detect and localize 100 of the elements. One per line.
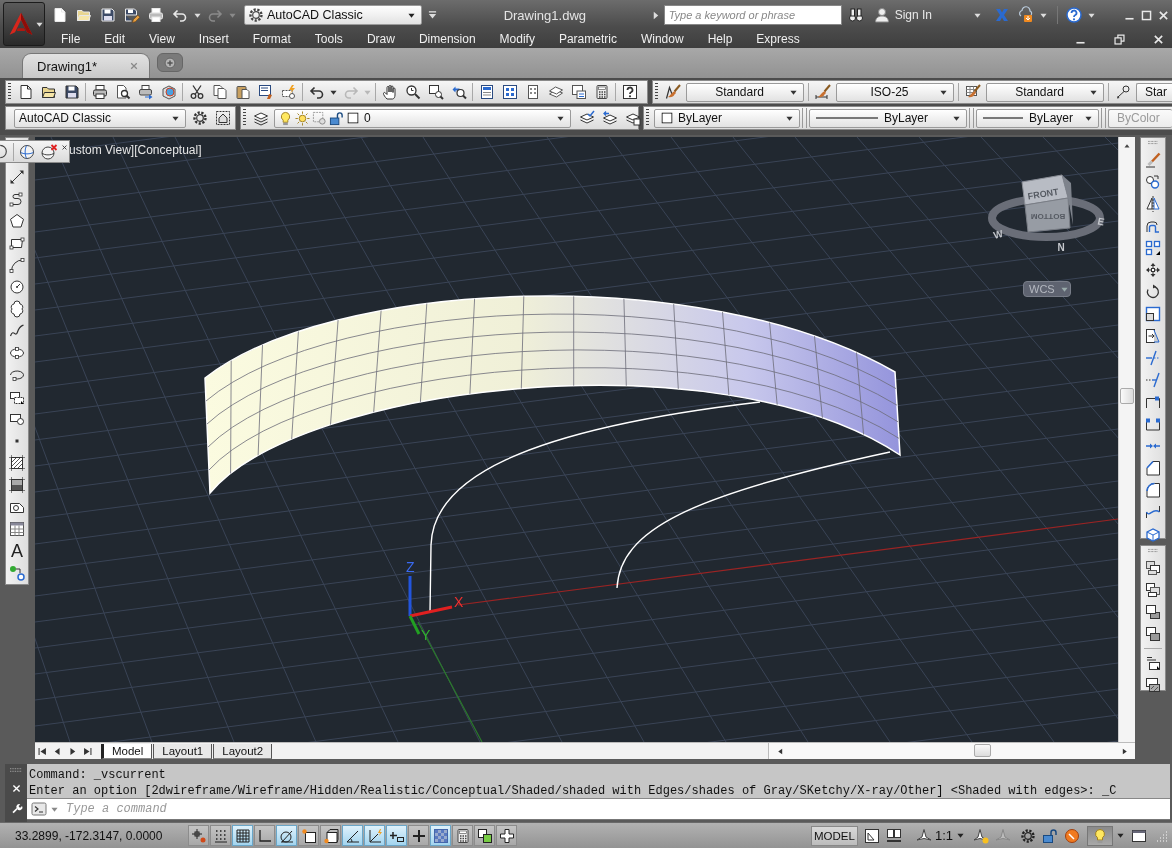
window-frame-icon[interactable] xyxy=(1131,827,1147,844)
cube-outline-icon[interactable] xyxy=(1145,526,1161,542)
eraser-icon[interactable] xyxy=(1145,152,1161,168)
surface-mesh-drawing[interactable] xyxy=(204,295,901,494)
cloud-download-icon[interactable] xyxy=(1018,7,1034,23)
magnifier-arrow-icon[interactable] xyxy=(450,84,467,100)
caret-bar-icon[interactable] xyxy=(428,10,437,20)
menu-item[interactable]: Dimension xyxy=(418,32,476,46)
wrench-icon[interactable] xyxy=(10,803,22,814)
layer-stack-icon[interactable] xyxy=(252,110,269,126)
offset-curves-icon[interactable] xyxy=(1145,218,1161,234)
polyline-icon[interactable] xyxy=(9,191,25,207)
command-input[interactable]: Type a command xyxy=(60,799,468,819)
status-toggle[interactable] xyxy=(364,825,385,846)
block-circle-icon[interactable] xyxy=(9,411,25,427)
pentagon-icon[interactable] xyxy=(9,213,25,229)
multileader-style-dropdown[interactable]: Star xyxy=(1136,82,1172,102)
layout-tab[interactable]: Layout2 xyxy=(213,743,273,759)
mirror-triangles-icon[interactable] xyxy=(1145,196,1161,212)
status-toggle[interactable] xyxy=(386,825,407,846)
rectangle-icon[interactable] xyxy=(9,235,25,251)
caret-icon[interactable] xyxy=(1088,11,1095,19)
circle-leader-icon[interactable] xyxy=(1114,84,1131,100)
caret-icon[interactable] xyxy=(194,11,201,19)
status-toggle[interactable] xyxy=(474,825,495,846)
chamfer-icon[interactable] xyxy=(1145,460,1161,476)
gear-icon[interactable] xyxy=(1020,827,1036,844)
floppy-pencil-icon[interactable] xyxy=(124,7,140,23)
circle-radius-icon[interactable] xyxy=(9,279,25,295)
scrollbar-thumb[interactable] xyxy=(974,744,991,757)
markup-pages-icon[interactable] xyxy=(570,84,587,100)
corner-nodes-icon[interactable] xyxy=(1145,416,1161,432)
menu-item[interactable]: Help xyxy=(707,32,733,46)
caret-icon[interactable] xyxy=(330,88,337,96)
binoculars-icon[interactable] xyxy=(847,7,864,23)
play-triangle-icon[interactable] xyxy=(652,10,659,20)
horizontal-scrollbar[interactable] xyxy=(768,743,1135,759)
printer-arrow-icon[interactable] xyxy=(137,84,154,100)
layer-dropdown[interactable]: 0 xyxy=(274,108,571,128)
model-space-button[interactable]: MODEL xyxy=(811,825,858,846)
toolbar-grip[interactable] xyxy=(243,109,246,127)
two-pages-icon[interactable] xyxy=(211,84,228,100)
block-lightning-icon[interactable] xyxy=(280,84,297,100)
figure-star-icon[interactable] xyxy=(973,827,989,844)
layer-check-icon[interactable] xyxy=(578,110,595,126)
page-magnifier-icon[interactable] xyxy=(114,84,131,100)
status-toggle[interactable] xyxy=(210,825,231,846)
status-toggle[interactable] xyxy=(496,825,517,846)
text-tool-button[interactable]: A xyxy=(11,541,23,561)
vertical-scrollbar[interactable] xyxy=(1118,137,1135,742)
sphere-cross-icon[interactable] xyxy=(41,143,57,160)
stretch-shape-icon[interactable] xyxy=(1145,328,1161,344)
block-insert-icon[interactable] xyxy=(9,389,25,405)
menu-item[interactable]: File xyxy=(61,32,81,46)
layout-tab[interactable]: Layout1 xyxy=(153,743,213,759)
status-toggle[interactable] xyxy=(408,825,429,846)
linetype-dropdown[interactable]: ByLayer xyxy=(809,108,967,128)
new-tab-button[interactable] xyxy=(157,53,183,72)
close-icon[interactable] xyxy=(61,144,68,151)
page-icon[interactable] xyxy=(17,84,34,100)
squares-under-icon[interactable] xyxy=(1145,626,1161,642)
magnifier-clock-icon[interactable] xyxy=(404,84,421,100)
lineweight-dropdown[interactable]: ByLayer xyxy=(976,108,1099,128)
grid-panel-icon[interactable] xyxy=(501,84,518,100)
hatch-square-icon[interactable] xyxy=(9,455,25,471)
caret-icon[interactable] xyxy=(1117,832,1124,839)
maximize-icon[interactable] xyxy=(1140,8,1153,22)
restore-icon[interactable] xyxy=(1113,32,1126,46)
gear-icon[interactable] xyxy=(191,110,208,126)
folder-icon[interactable] xyxy=(40,84,57,100)
menu-item[interactable]: Insert xyxy=(198,32,229,46)
stacked-sheets-icon[interactable] xyxy=(547,84,564,100)
menu-item[interactable]: Edit xyxy=(104,32,126,46)
viewcube-drawing[interactable] xyxy=(988,174,1104,241)
cloud-icon[interactable] xyxy=(9,301,25,317)
menu-item[interactable]: Draw xyxy=(366,32,395,46)
compass-label[interactable]: N xyxy=(1057,242,1065,253)
menu-item[interactable]: Window xyxy=(640,32,684,46)
text-style-dropdown[interactable]: Standard xyxy=(686,82,804,102)
status-toggle[interactable] xyxy=(232,825,253,846)
command-line-handle[interactable] xyxy=(5,764,27,822)
printer-icon[interactable] xyxy=(148,7,164,23)
squares-above-icon[interactable] xyxy=(1145,604,1161,620)
magnifier-window-icon[interactable] xyxy=(427,84,444,100)
undo-arrow-icon[interactable] xyxy=(308,84,325,100)
status-toggle[interactable] xyxy=(188,825,209,846)
paintbrush-icon[interactable] xyxy=(664,84,681,100)
sphere-icon[interactable] xyxy=(19,143,35,160)
toolbar-grip[interactable] xyxy=(655,83,658,101)
move-arrows-icon[interactable] xyxy=(1145,262,1161,278)
close-icon[interactable] xyxy=(1157,8,1170,22)
gradient-square-icon[interactable] xyxy=(9,477,25,493)
circle-arc-icon[interactable] xyxy=(0,144,7,159)
fillet-icon[interactable] xyxy=(1145,482,1161,498)
compass-label[interactable]: W xyxy=(992,227,1005,241)
document-tab[interactable]: Drawing1* xyxy=(22,53,150,78)
page-icon[interactable] xyxy=(52,7,68,23)
isolate-button[interactable] xyxy=(1087,825,1113,846)
paper-corner-icon[interactable] xyxy=(863,827,880,844)
viewport-label[interactable]: ustom View][Conceptual] xyxy=(69,143,202,157)
